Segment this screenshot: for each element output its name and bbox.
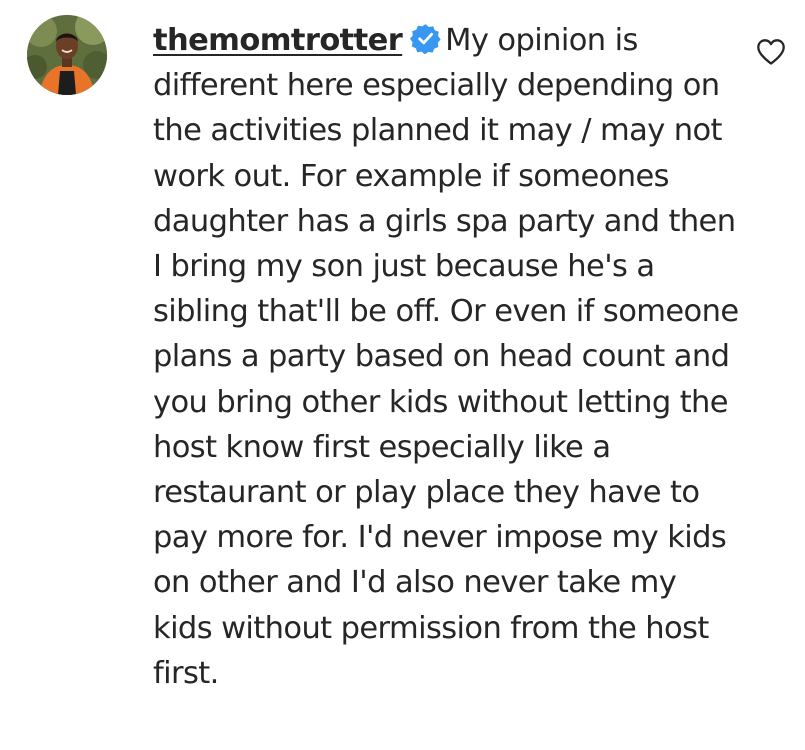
comment-text: My opinion is different here especially … bbox=[153, 23, 739, 691]
verified-badge-icon bbox=[410, 23, 441, 54]
profile-photo bbox=[27, 15, 107, 95]
avatar[interactable] bbox=[27, 15, 107, 95]
comment: themomtrotter My opinion is different her… bbox=[0, 0, 805, 750]
like-button[interactable] bbox=[756, 38, 786, 66]
comment-body: themomtrotter My opinion is different her… bbox=[153, 18, 743, 696]
heart-outline-icon bbox=[757, 39, 785, 65]
username-link[interactable]: themomtrotter bbox=[153, 23, 403, 58]
